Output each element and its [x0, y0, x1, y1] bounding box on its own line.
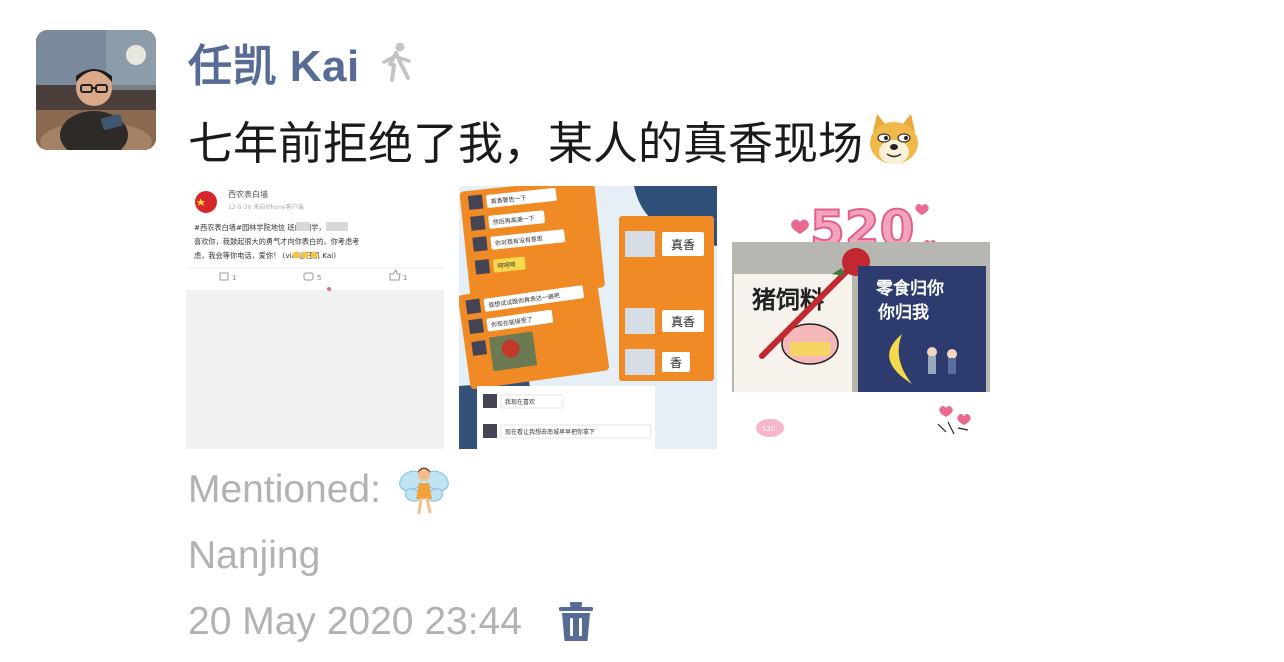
weibo-repost-count: 1 — [232, 274, 236, 282]
weibo-line-1: #西农表白墙#园林学院地信 班的 同学，我 — [194, 223, 333, 232]
author-name[interactable]: 任凯 Kai — [188, 30, 360, 94]
post-text-content: 七年前拒绝了我，某人的真香现场 — [188, 117, 864, 169]
post-photo-2[interactable]: 真香警告一下 然后再高潮一下 你对我有没有意思 呵呵呵 我想试试跟你再表达一遍吧… — [459, 186, 717, 449]
mention-row: Mentioned: — [188, 462, 451, 518]
card-left-text: 猪饲料 — [752, 286, 824, 314]
location-text[interactable]: Nanjing — [188, 534, 320, 578]
doge-emoji-icon — [870, 114, 919, 164]
walking-person-icon — [381, 42, 411, 82]
weibo-comment-count: 5 — [317, 274, 321, 282]
location-row[interactable]: Nanjing — [188, 528, 320, 584]
post-header: 任凯 Kai — [188, 34, 418, 91]
chat-bubble-10: 我现在喜欢 — [505, 398, 535, 406]
author-avatar[interactable] — [36, 30, 156, 150]
mention-label: Mentioned: — [188, 468, 381, 511]
post-photo-3[interactable]: 520 猪饲料 零食归你 你归我 520 — [732, 186, 990, 449]
post-photo-1[interactable]: 西农表白墙 12-5-30 来自iPhone客户端 #西农表白墙#园林学院地信 … — [186, 186, 444, 449]
weibo-like-count: 1 — [403, 274, 407, 282]
card-badge: 520 — [762, 425, 775, 433]
chat-bubble-9: 香 — [670, 356, 682, 370]
chat-bubble-11: 现在看让我想去南城早早把你拿下 — [505, 428, 595, 436]
card-right-line-1: 零食归你 — [875, 278, 944, 299]
chat-bubble-7: 真香 — [671, 238, 695, 252]
weibo-date: 12-5-30 来自iPhone客户端 — [228, 203, 304, 211]
timestamp-row: 20 May 2020 23:44 — [188, 594, 596, 650]
chat-bubble-8: 真香 — [671, 315, 695, 329]
post-text: 七年前拒绝了我，某人的真香现场 — [188, 108, 923, 170]
trash-icon[interactable] — [556, 601, 596, 643]
fairy-emoji-icon[interactable] — [397, 463, 451, 517]
weibo-line-2: 喜欢你，我鼓起很大的勇气才向你表白的，你考虑考 — [194, 237, 359, 246]
timestamp-text: 20 May 2020 23:44 — [188, 600, 522, 643]
card-right-line-2: 你归我 — [877, 302, 929, 323]
weibo-account-name: 西农表白墙 — [228, 189, 268, 199]
